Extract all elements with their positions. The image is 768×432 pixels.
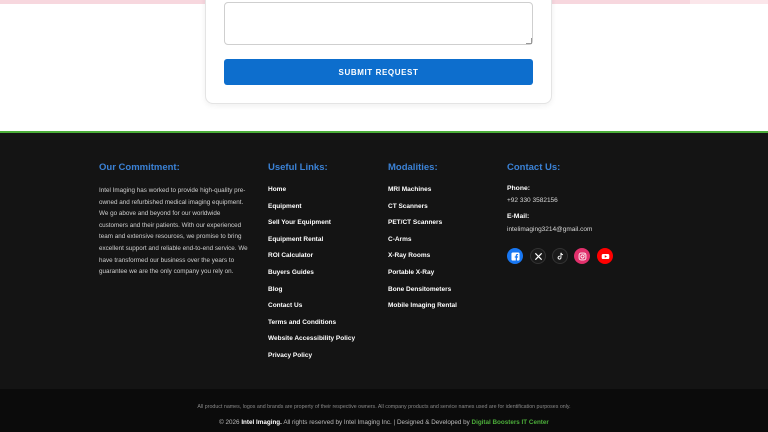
modalities-list: MRI Machines CT Scanners PET/CT Scanners… (388, 186, 457, 319)
footer-link-equipment[interactable]: Equipment (268, 203, 355, 220)
developer-link[interactable]: Digital Boosters IT Center (472, 419, 549, 426)
phone-label: Phone: (507, 185, 531, 192)
x-icon[interactable] (530, 248, 546, 264)
useful-links-list: Home Equipment Sell Your Equipment Equip… (268, 186, 355, 369)
modality-link-bone-densitometers[interactable]: Bone Densitometers (388, 286, 457, 303)
email-label: E-Mail: (507, 213, 530, 220)
modality-link-portable-xray[interactable]: Portable X-Ray (388, 269, 457, 286)
message-textarea[interactable] (224, 2, 533, 45)
instagram-icon[interactable] (574, 248, 590, 264)
modality-link-pet-ct[interactable]: PET/CT Scanners (388, 219, 457, 236)
tiktok-icon[interactable] (552, 248, 568, 264)
useful-links-title: Useful Links: (268, 162, 328, 173)
footer-link-privacy[interactable]: Privacy Policy (268, 352, 355, 369)
footer-link-blog[interactable]: Blog (268, 286, 355, 303)
youtube-icon[interactable] (597, 248, 613, 264)
footer-link-roi-calculator[interactable]: ROI Calculator (268, 252, 355, 269)
modality-link-mobile-rental[interactable]: Mobile Imaging Rental (388, 302, 457, 319)
footer-link-terms[interactable]: Terms and Conditions (268, 319, 355, 336)
footer-link-home[interactable]: Home (268, 186, 355, 203)
modality-link-mri[interactable]: MRI Machines (388, 186, 457, 203)
facebook-icon[interactable] (507, 248, 523, 264)
modality-link-c-arms[interactable]: C-Arms (388, 236, 457, 253)
textarea-resize-handle[interactable] (526, 38, 532, 44)
footer-link-sell-equipment[interactable]: Sell Your Equipment (268, 219, 355, 236)
footer-link-contact-us[interactable]: Contact Us (268, 302, 355, 319)
contact-title: Contact Us: (507, 162, 561, 173)
copyright-prefix: © 2026 (219, 419, 240, 426)
modality-link-xray-rooms[interactable]: X-Ray Rooms (388, 252, 457, 269)
modalities-title: Modalities: (388, 162, 438, 173)
legal-disclaimer: All product names, logos and brands are … (197, 404, 571, 410)
copyright-middle: All rights reserved by Intel Imaging Inc… (283, 419, 470, 426)
footer-link-buyers-guides[interactable]: Buyers Guides (268, 269, 355, 286)
site-footer (0, 131, 768, 432)
phone-value[interactable]: +92 330 3582156 (507, 197, 558, 204)
commitment-title: Our Commitment: (99, 162, 180, 173)
footer-link-accessibility[interactable]: Website Accessibility Policy (268, 335, 355, 352)
email-value[interactable]: intelimaging3214@gmail.com (507, 226, 592, 233)
modality-link-ct[interactable]: CT Scanners (388, 203, 457, 220)
submit-request-button[interactable]: SUBMIT REQUEST (224, 59, 533, 85)
footer-link-equipment-rental[interactable]: Equipment Rental (268, 236, 355, 253)
copyright-line: © 2026 Intel Imaging. All rights reserve… (0, 419, 768, 426)
commitment-text: Intel Imaging has worked to provide high… (99, 187, 248, 276)
copyright-brand: Intel Imaging. (241, 419, 282, 426)
